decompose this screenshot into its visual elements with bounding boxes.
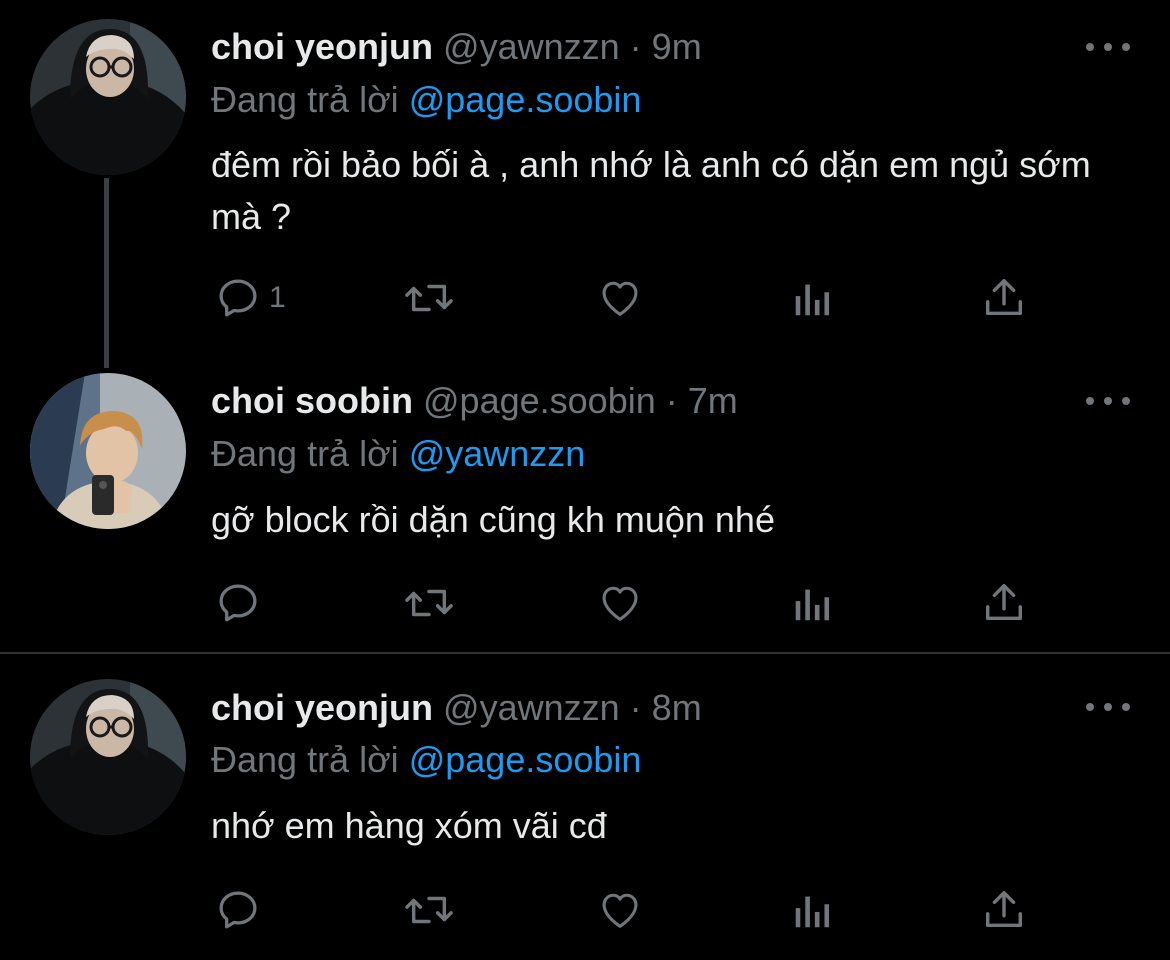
reply-button[interactable] bbox=[215, 884, 269, 936]
analytics-button[interactable] bbox=[791, 884, 833, 936]
like-icon bbox=[602, 586, 638, 621]
display-name[interactable]: choi yeonjun bbox=[211, 687, 433, 728]
tweet-header: choi yeonjun @yawnzzn · 8m bbox=[211, 686, 702, 730]
reply-mention-link[interactable]: @yawnzzn bbox=[409, 433, 586, 474]
reply-button[interactable]: 1 bbox=[215, 272, 286, 324]
retweet-icon bbox=[405, 589, 453, 617]
user-handle[interactable]: @yawnzzn bbox=[443, 687, 620, 728]
more-options-icon[interactable] bbox=[1086, 37, 1130, 57]
retweet-button[interactable] bbox=[401, 272, 457, 324]
user-handle[interactable]: @yawnzzn bbox=[443, 26, 620, 67]
analytics-button[interactable] bbox=[791, 272, 833, 324]
more-options-icon[interactable] bbox=[1086, 697, 1130, 717]
timestamp[interactable]: 8m bbox=[652, 687, 702, 728]
tweet-text: nhớ em hàng xóm vãi cđ bbox=[211, 805, 607, 846]
reply-icon bbox=[219, 891, 257, 929]
separator-dot: · bbox=[665, 380, 678, 421]
more-options-icon[interactable] bbox=[1086, 391, 1130, 411]
tweet-header: choi soobin @page.soobin · 7m bbox=[211, 379, 738, 423]
reply-context: Đang trả lời @page.soobin bbox=[211, 78, 641, 122]
tweet-text: đêm rồi bảo bối à , anh nhớ là anh có dặ… bbox=[211, 144, 1091, 237]
retweet-button[interactable] bbox=[401, 577, 457, 629]
separator-dot: · bbox=[629, 26, 642, 67]
share-icon bbox=[985, 279, 1023, 316]
analytics-button[interactable] bbox=[791, 577, 833, 629]
like-button[interactable] bbox=[596, 272, 644, 324]
reply-prefix: Đang trả lời bbox=[211, 79, 399, 120]
display-name[interactable]: choi soobin bbox=[211, 380, 413, 421]
share-button[interactable] bbox=[981, 272, 1027, 324]
tweet-text: gỡ block rồi dặn cũng kh muộn nhé bbox=[211, 499, 775, 540]
retweet-icon bbox=[405, 284, 453, 312]
avatar-photo-icon bbox=[30, 373, 186, 529]
display-name[interactable]: choi yeonjun bbox=[211, 26, 433, 67]
reply-context: Đang trả lời @page.soobin bbox=[211, 738, 641, 782]
share-icon bbox=[985, 891, 1023, 928]
reply-prefix: Đang trả lời bbox=[211, 739, 399, 780]
share-button[interactable] bbox=[981, 577, 1027, 629]
analytics-icon bbox=[795, 284, 830, 316]
like-button[interactable] bbox=[596, 884, 644, 936]
timestamp[interactable]: 9m bbox=[652, 26, 702, 67]
reply-count: 1 bbox=[269, 281, 286, 314]
reply-icon bbox=[219, 584, 257, 622]
analytics-icon bbox=[795, 896, 830, 928]
avatar-photo-icon bbox=[30, 19, 186, 175]
reply-context: Đang trả lời @yawnzzn bbox=[211, 432, 585, 476]
reply-mention-link[interactable]: @page.soobin bbox=[409, 739, 642, 780]
like-button[interactable] bbox=[596, 577, 644, 629]
retweet-icon bbox=[405, 896, 453, 924]
avatar[interactable] bbox=[30, 679, 186, 835]
reply-prefix: Đang trả lời bbox=[211, 433, 399, 474]
like-icon bbox=[602, 281, 638, 316]
timestamp[interactable]: 7m bbox=[688, 380, 738, 421]
thread-connector-line bbox=[104, 178, 109, 368]
like-icon bbox=[602, 893, 638, 928]
tweet-divider bbox=[0, 652, 1170, 654]
retweet-button[interactable] bbox=[401, 884, 457, 936]
reply-mention-link[interactable]: @page.soobin bbox=[409, 79, 642, 120]
share-button[interactable] bbox=[981, 884, 1027, 936]
user-handle[interactable]: @page.soobin bbox=[423, 380, 656, 421]
reply-button[interactable] bbox=[215, 577, 269, 629]
avatar[interactable] bbox=[30, 19, 186, 175]
analytics-icon bbox=[795, 589, 830, 621]
separator-dot: · bbox=[629, 687, 642, 728]
avatar-photo-icon bbox=[30, 679, 186, 835]
share-icon bbox=[985, 584, 1023, 621]
reply-icon bbox=[219, 279, 257, 317]
tweet-header: choi yeonjun @yawnzzn · 9m bbox=[211, 25, 702, 69]
avatar[interactable] bbox=[30, 373, 186, 529]
